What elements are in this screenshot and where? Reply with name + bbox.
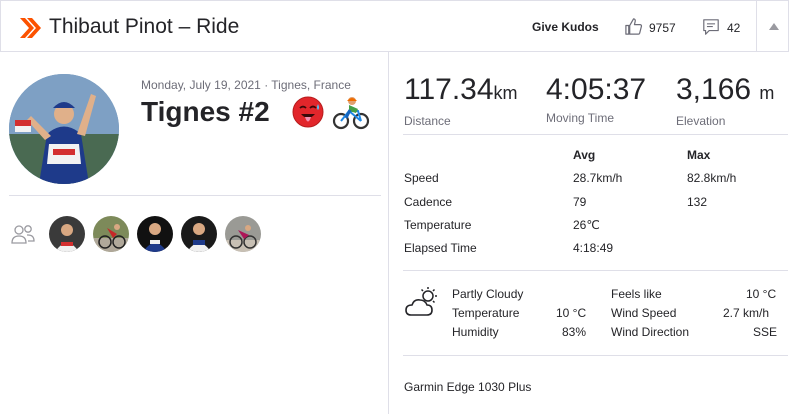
group-athlete-avatar[interactable] bbox=[181, 216, 217, 252]
group-athlete-avatar[interactable] bbox=[93, 216, 129, 252]
cadence-max: 132 bbox=[687, 195, 708, 209]
kudos-count[interactable]: 9757 bbox=[649, 21, 676, 35]
partly-cloudy-icon bbox=[405, 287, 437, 316]
speed-max: 82.8km/h bbox=[687, 171, 737, 185]
wind-speed-label: Wind Speed bbox=[611, 306, 677, 320]
activity-title: Tignes #2 bbox=[141, 96, 270, 127]
wind-speed-value: 2.7 km/h bbox=[723, 306, 770, 320]
group-athlete-avatar[interactable] bbox=[137, 216, 173, 252]
wind-direction-value: SSE bbox=[753, 325, 778, 339]
athlete-avatar[interactable] bbox=[9, 74, 119, 184]
cyclist-emoji-icon bbox=[332, 97, 370, 130]
weather-divider bbox=[403, 270, 788, 271]
elevation-unit: m bbox=[759, 83, 775, 103]
elapsed-time-avg: 4:18:49 bbox=[573, 241, 614, 255]
activity-date-location: Monday, July 19, 2021 · Tignes, France bbox=[141, 78, 351, 92]
avg-header: Avg bbox=[573, 148, 596, 162]
max-header: Max bbox=[687, 148, 711, 162]
weather-condition: Partly Cloudy bbox=[452, 287, 524, 301]
feels-like-label: Feels like bbox=[611, 287, 662, 301]
give-kudos-button[interactable]: Give Kudos bbox=[532, 20, 599, 34]
activity-header: Thibaut Pinot – Ride Give Kudos 9757 42 bbox=[0, 0, 789, 52]
weather-humidity-value: 83% bbox=[562, 325, 587, 339]
device-name: Garmin Edge 1030 Plus bbox=[404, 380, 532, 394]
group-athlete-avatar[interactable] bbox=[225, 216, 261, 252]
moving-time-label: Moving Time bbox=[546, 111, 615, 125]
distance-value: 117.34 bbox=[404, 73, 494, 106]
hot-face-emoji-icon bbox=[292, 96, 324, 128]
activity-summary-panel: Monday, July 19, 2021 · Tignes, France T… bbox=[0, 52, 389, 414]
distance-label: Distance bbox=[404, 114, 451, 128]
temperature-label: Temperature bbox=[404, 218, 472, 232]
left-divider bbox=[9, 195, 381, 196]
thumbs-up-icon[interactable] bbox=[624, 17, 643, 36]
caret-up-icon[interactable] bbox=[769, 23, 779, 30]
comment-icon[interactable] bbox=[702, 18, 720, 36]
group-icon bbox=[11, 225, 35, 244]
wind-direction-label: Wind Direction bbox=[611, 325, 690, 339]
header-divider bbox=[756, 1, 757, 52]
elapsed-time-label: Elapsed Time bbox=[404, 241, 477, 255]
stats-divider bbox=[403, 134, 788, 135]
device-divider bbox=[403, 355, 788, 356]
temperature-avg: 26℃ bbox=[573, 218, 600, 232]
page-title: Thibaut Pinot – Ride bbox=[49, 15, 240, 38]
chevrons-icon bbox=[20, 18, 41, 38]
weather-temperature-label: Temperature bbox=[452, 306, 520, 320]
weather-humidity-label: Humidity bbox=[452, 325, 499, 339]
elevation-value: 3,166 bbox=[676, 73, 752, 106]
summary-moving-time: 4:05:37 Moving Time bbox=[546, 73, 647, 126]
elevation-label: Elevation bbox=[676, 114, 726, 128]
distance-unit: km bbox=[493, 83, 518, 103]
moving-time-value: 4:05:37 bbox=[546, 73, 647, 106]
summary-elevation: 3,166 m Elevation bbox=[676, 73, 775, 129]
feels-like-value: 10 °C bbox=[746, 287, 777, 301]
summary-distance: 117.34km Distance bbox=[404, 73, 518, 129]
cadence-label: Cadence bbox=[404, 195, 453, 209]
cadence-avg: 79 bbox=[573, 195, 587, 209]
speed-label: Speed bbox=[404, 171, 439, 185]
weather-temperature-value: 10 °C bbox=[556, 306, 587, 320]
speed-avg: 28.7km/h bbox=[573, 171, 623, 185]
comments-count[interactable]: 42 bbox=[727, 21, 740, 35]
group-athlete-avatar[interactable] bbox=[49, 216, 85, 252]
